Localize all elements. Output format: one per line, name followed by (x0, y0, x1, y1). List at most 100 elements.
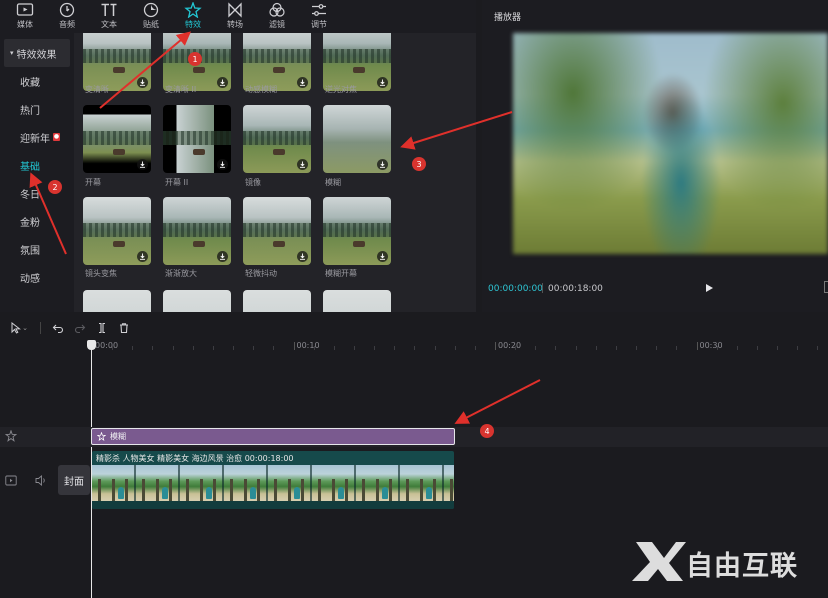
speaker-icon[interactable] (34, 474, 48, 487)
category-sidebar: ▾ 特效效果 收藏 热门 迎新年 ● 基础 冬日 金粉 氛围 动感 (0, 33, 74, 312)
ruler-minor-tick (353, 346, 355, 350)
split-icon (99, 322, 105, 334)
effect-label: 轻微抖动 (245, 269, 277, 278)
split-button[interactable] (91, 318, 113, 338)
effects-track-icon (5, 430, 17, 442)
person-figure (118, 487, 124, 499)
effect-tile[interactable] (243, 105, 311, 173)
tool-label: 媒体 (17, 20, 33, 29)
tool-adjust[interactable]: 调节 (298, 0, 340, 33)
cover-button[interactable]: 封面 (58, 465, 90, 495)
ruler-minor-tick (394, 346, 396, 350)
effect-tile[interactable] (323, 290, 391, 312)
chevron-down-icon: ⌄ (22, 324, 28, 332)
download-button[interactable] (137, 251, 148, 262)
category-dynamic[interactable]: 动感 (0, 263, 74, 291)
palm-tree (433, 479, 436, 501)
person-figure (294, 487, 300, 499)
total-time: 00:00:18:00 (548, 284, 603, 294)
effect-tile[interactable] (163, 197, 231, 265)
deer-silhouette (113, 241, 125, 247)
ruler-minor-tick (756, 346, 758, 350)
fullscreen-icon[interactable] (824, 281, 828, 293)
category-ambience[interactable]: 氛围 (0, 235, 74, 263)
deer-silhouette (273, 149, 285, 155)
tool-audio[interactable]: 音频 (46, 0, 88, 33)
tool-label: 文本 (101, 20, 117, 29)
download-button[interactable] (217, 251, 228, 262)
tool-label: 音频 (59, 20, 75, 29)
playhead-handle[interactable] (87, 340, 96, 350)
deer-silhouette (273, 67, 285, 73)
select-tool-button[interactable]: ⌄ (4, 318, 34, 338)
category-label: 热门 (20, 105, 40, 117)
effect-tile[interactable] (243, 290, 311, 312)
tool-text[interactable]: 文本 (88, 0, 130, 33)
category-gold[interactable]: 金粉 (0, 207, 74, 235)
tool-filter[interactable]: 滤镜 (256, 0, 298, 33)
timeline-toolbar: ⌄ (0, 316, 828, 340)
download-button[interactable] (137, 159, 148, 170)
person-figure (206, 487, 212, 499)
download-icon (300, 161, 305, 168)
tree-line (83, 49, 151, 63)
palm-tree (98, 479, 101, 501)
download-button[interactable] (377, 251, 388, 262)
ruler-minor-tick (132, 346, 134, 350)
timeline-ruler[interactable]: 00:00 00:10 00:20 00:30 (90, 338, 828, 352)
ruler-minor-tick (716, 346, 718, 350)
effect-tile[interactable] (323, 197, 391, 265)
effect-tile[interactable] (163, 105, 231, 173)
effect-label: 模糊开幕 (325, 269, 357, 278)
download-button[interactable] (297, 251, 308, 262)
tree-line (83, 223, 151, 237)
category-basic[interactable]: 基础 (0, 151, 74, 179)
download-icon (380, 253, 385, 260)
effect-tile[interactable] (163, 290, 231, 312)
download-button[interactable] (217, 159, 228, 170)
toolbar-divider (40, 322, 41, 334)
download-button[interactable] (297, 159, 308, 170)
category-label: 金粉 (20, 217, 40, 229)
effect-tile[interactable] (83, 197, 151, 265)
ruler-minor-tick (333, 346, 335, 350)
watermark-text: 自由互联 (686, 551, 798, 582)
effect-tile[interactable] (323, 105, 391, 173)
effect-label: 开幕 II (165, 178, 189, 187)
category-favorites[interactable]: 收藏 (0, 67, 74, 95)
category-header[interactable]: ▾ 特效效果 (4, 39, 70, 67)
effect-clip[interactable]: 模糊 (91, 428, 455, 445)
delete-button[interactable] (113, 318, 135, 338)
audio-icon (59, 2, 75, 18)
ruler-tick (495, 342, 496, 350)
tree-line (323, 223, 391, 237)
video-clip[interactable]: 精影杀 人物美女 精影美女 海边风景 治愈 00:00:18:00 (92, 451, 454, 509)
ruler-minor-tick (797, 346, 799, 350)
ruler-minor-tick (777, 346, 779, 350)
ruler-minor-tick (273, 346, 275, 350)
effect-tile[interactable] (83, 33, 151, 91)
tool-media[interactable]: 媒体 (4, 0, 46, 33)
time-separator (542, 283, 543, 293)
category-hot[interactable]: 热门 (0, 95, 74, 123)
tool-transition[interactable]: 转场 (214, 0, 256, 33)
redo-button[interactable] (69, 318, 91, 338)
category-winter[interactable]: 冬日 (0, 179, 74, 207)
ruler-minor-tick (172, 346, 174, 350)
tool-sticker[interactable]: 贴纸 (130, 0, 172, 33)
effect-tile[interactable] (83, 290, 151, 312)
effect-tile[interactable] (243, 33, 311, 91)
tool-effects[interactable]: 特效 (172, 0, 214, 33)
effect-tile[interactable] (243, 197, 311, 265)
undo-button[interactable] (47, 318, 69, 338)
tree-line (243, 49, 311, 63)
deer-silhouette (353, 67, 365, 73)
annotation-marker-3: 3 (412, 157, 426, 171)
effect-tile[interactable] (83, 105, 151, 173)
effect-tile[interactable] (323, 33, 391, 91)
player-video[interactable] (513, 33, 828, 254)
play-icon[interactable] (704, 283, 714, 293)
category-new-year[interactable]: 迎新年 ● (0, 123, 74, 151)
cursor-icon (11, 322, 22, 334)
download-button[interactable] (377, 159, 388, 170)
